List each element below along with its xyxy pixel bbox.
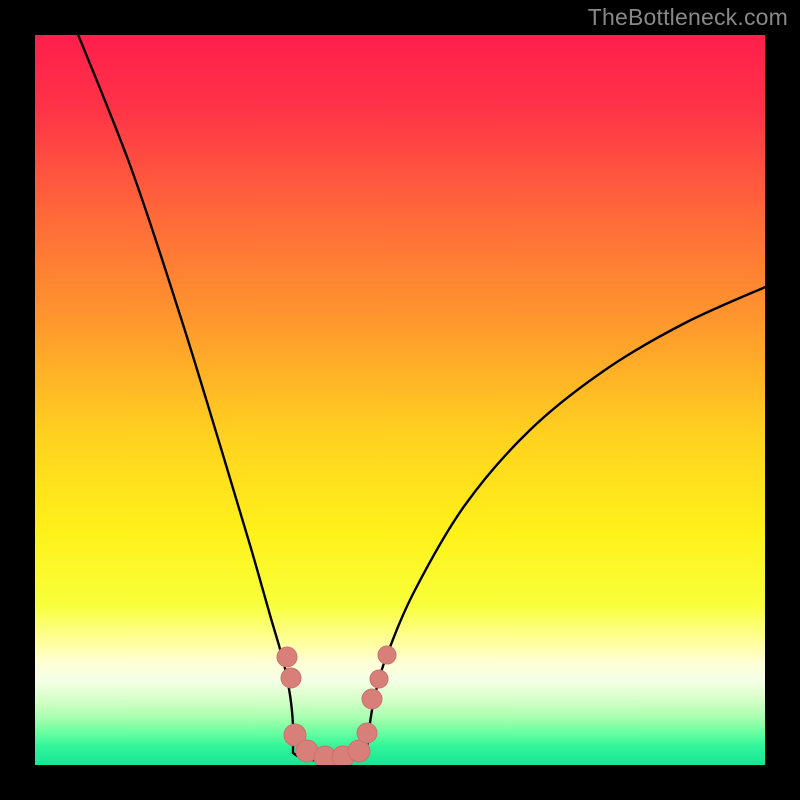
marker-layer [277,646,396,765]
data-marker [378,646,396,664]
curve-left [70,35,293,753]
curve-right [367,285,765,753]
plot-area [35,35,765,765]
data-marker [362,689,382,709]
curve-layer [35,35,765,765]
data-marker [370,670,388,688]
data-marker [277,647,297,667]
data-marker [357,723,377,743]
watermark-text: TheBottleneck.com [588,4,788,31]
data-marker [281,668,301,688]
chart-frame: TheBottleneck.com [0,0,800,800]
